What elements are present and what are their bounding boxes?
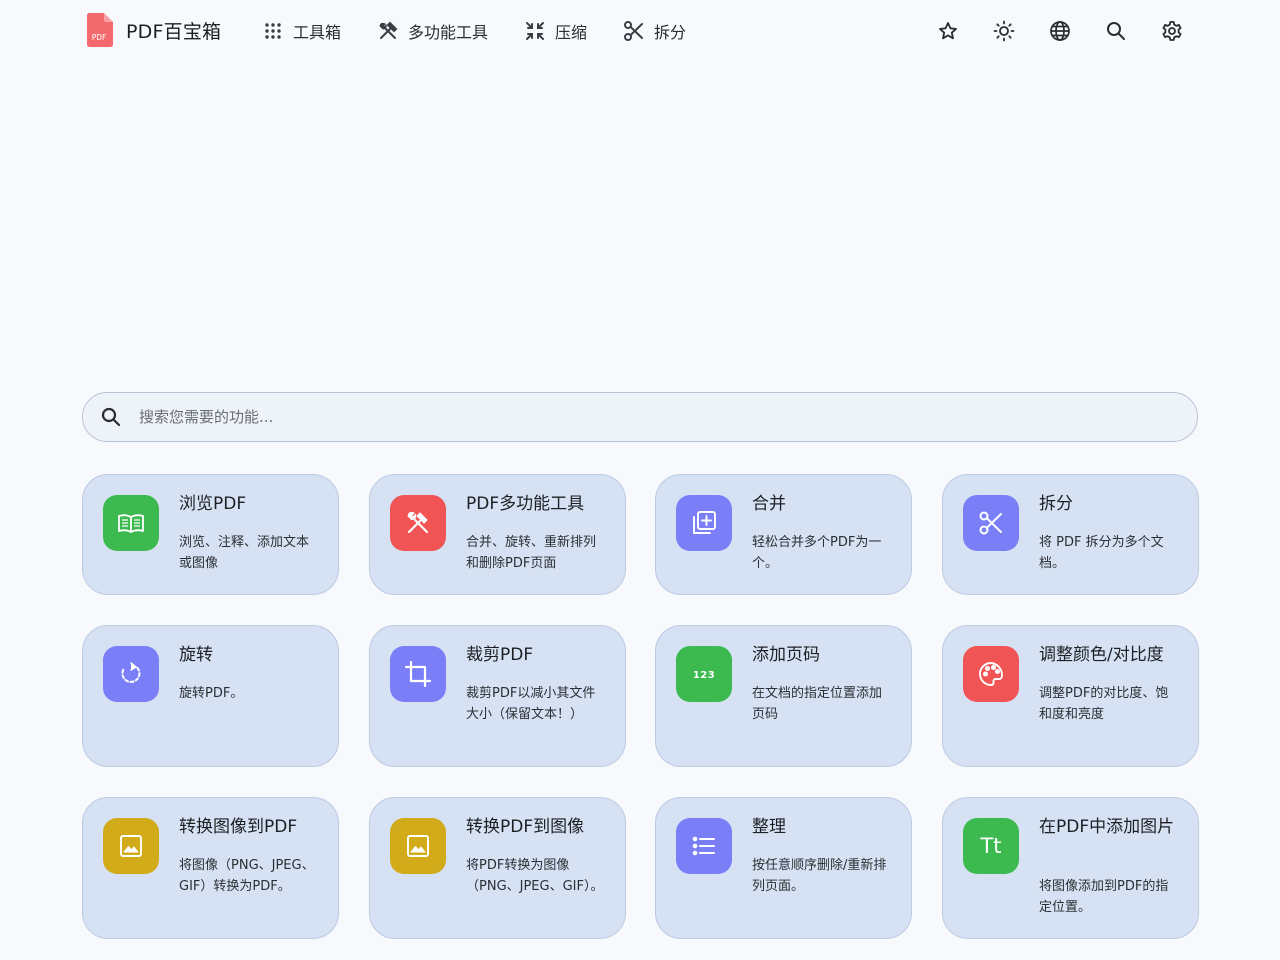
settings-button[interactable] [1160,16,1184,46]
book-icon [118,514,144,533]
tool-card-pdf-to-image[interactable]: 转换PDF到图像 将PDF转换为图像（PNG、JPEG、GIF）。 [369,797,626,939]
list-icon [692,836,715,856]
card-description: 浏览、注释、添加文本或图像 [179,535,310,571]
nav-label: 多功能工具 [408,23,489,42]
card-title: 浏览PDF [179,494,247,514]
globe-icon [1050,21,1070,41]
gear-icon [1162,21,1182,41]
nav-label: 拆分 [654,23,687,42]
sun-icon [993,20,1015,42]
search-icon [101,407,121,427]
tool-card-adjust-colors[interactable]: 调整颜色/对比度 调整PDF的对比度、饱和度和亮度 [942,625,1199,767]
svg-text:PDF: PDF [92,33,107,42]
card-title: PDF多功能工具 [466,494,585,514]
tool-card-view-pdf[interactable]: 浏览PDF 浏览、注释、添加文本或图像 [82,474,339,595]
card-title: 转换PDF到图像 [466,817,585,837]
tool-card-page-numbers[interactable]: 123 添加页码 在文档的指定位置添加页码 [655,625,912,767]
search-button[interactable] [1104,16,1128,46]
tool-card-organize[interactable]: 整理 按任意顺序删除/重新排列页面。 [655,797,912,939]
pdf-logo-icon: PDF [87,13,113,47]
grid-dots-icon [265,23,281,39]
card-description: 调整PDF的对比度、饱和度和亮度 [1039,686,1169,722]
card-title: 转换图像到PDF [179,817,298,837]
star-icon [939,22,957,40]
main-nav: 工具箱 多功能工具 压缩 拆分 [262,14,722,48]
theme-toggle-button[interactable] [992,16,1016,46]
tool-card-merge[interactable]: 合并 轻松合并多个PDF为一个。 [655,474,912,595]
card-description: 将图像添加到PDF的指定位置。 [1039,879,1169,915]
card-description: 旋转PDF。 [179,686,244,701]
merge-icon [693,511,716,534]
compress-icon [526,22,545,40]
brand[interactable]: PDF PDF百宝箱 [86,12,221,48]
page-number-icon: 123 [693,670,715,681]
nav-compress[interactable]: 压缩 [524,19,587,43]
crop-icon [404,660,432,688]
card-icon-tile [103,495,159,551]
svg-text:Tt: Tt [979,834,1001,858]
favorites-button[interactable] [936,16,960,46]
card-title: 旋转 [179,645,213,665]
card-icon-tile [963,495,1019,551]
tool-card-image-to-pdf[interactable]: 转换图像到PDF 将图像（PNG、JPEG、GIF）转换为PDF。 [82,797,339,939]
card-title: 裁剪PDF [466,645,534,665]
nav-label: 压缩 [555,23,588,42]
rotate-icon [121,662,141,683]
header-actions [936,16,1184,46]
nav-multitool[interactable]: 多功能工具 [377,19,488,43]
card-icon-tile: 123 [676,646,732,702]
tool-card-rotate[interactable]: 旋转 旋转PDF。 [82,625,339,767]
tool-card-crop[interactable]: 裁剪PDF 裁剪PDF以减小其文件大小（保留文本！） [369,625,626,767]
scissors-icon [624,21,644,41]
card-title: 整理 [752,817,786,837]
card-description: 将图像（PNG、JPEG、GIF）转换为PDF。 [179,858,315,894]
tool-card-multitool[interactable]: PDF多功能工具 合并、旋转、重新排列和删除PDF页面 [369,474,626,595]
tools-icon [379,21,398,39]
card-description: 按任意顺序删除/重新排列页面。 [752,858,887,894]
feature-search [82,392,1198,442]
svg-text:123: 123 [693,670,715,681]
card-icon-tile [676,818,732,874]
brand-name: PDF百宝箱 [126,20,222,43]
card-description: 将PDF转换为图像（PNG、JPEG、GIF）。 [466,858,604,894]
tools-icon [407,511,429,534]
card-icon-tile [390,818,446,874]
card-title: 在PDF中添加图片 [1039,817,1175,837]
top-bar: PDF PDF百宝箱 工具箱 多功能工具 压缩 拆分 [0,0,1280,62]
card-description: 将 PDF 拆分为多个文档。 [1039,535,1164,571]
card-icon-tile [390,646,446,702]
card-description: 轻松合并多个PDF为一个。 [752,535,882,571]
nav-toolbox[interactable]: 工具箱 [262,19,341,43]
nav-label: 工具箱 [293,23,342,42]
tool-card-add-image[interactable]: Tt 在PDF中添加图片 将图像添加到PDF的指定位置。 [942,797,1199,939]
card-icon-tile [676,495,732,551]
card-description: 在文档的指定位置添加页码 [752,686,883,722]
card-icon-tile [963,646,1019,702]
card-title: 调整颜色/对比度 [1039,645,1164,665]
search-input[interactable] [139,408,1139,426]
image-icon [120,835,142,857]
card-description: 裁剪PDF以减小其文件大小（保留文本！） [466,686,596,722]
card-description: 合并、旋转、重新排列和删除PDF页面 [466,535,597,571]
text-size-icon: Tt [979,834,1001,858]
card-icon-tile [103,646,159,702]
palette-icon [979,662,1003,686]
image-icon [407,835,429,857]
card-title: 合并 [752,494,786,514]
nav-split[interactable]: 拆分 [623,19,686,43]
card-title: 拆分 [1039,494,1073,514]
scissors-icon [979,511,1002,535]
tool-card-split[interactable]: 拆分 将 PDF 拆分为多个文档。 [942,474,1199,595]
language-button[interactable] [1048,16,1072,46]
card-icon-tile [103,818,159,874]
card-icon-tile: Tt [963,818,1019,874]
card-title: 添加页码 [752,645,820,665]
card-icon-tile [390,495,446,551]
search-icon [1107,22,1125,40]
